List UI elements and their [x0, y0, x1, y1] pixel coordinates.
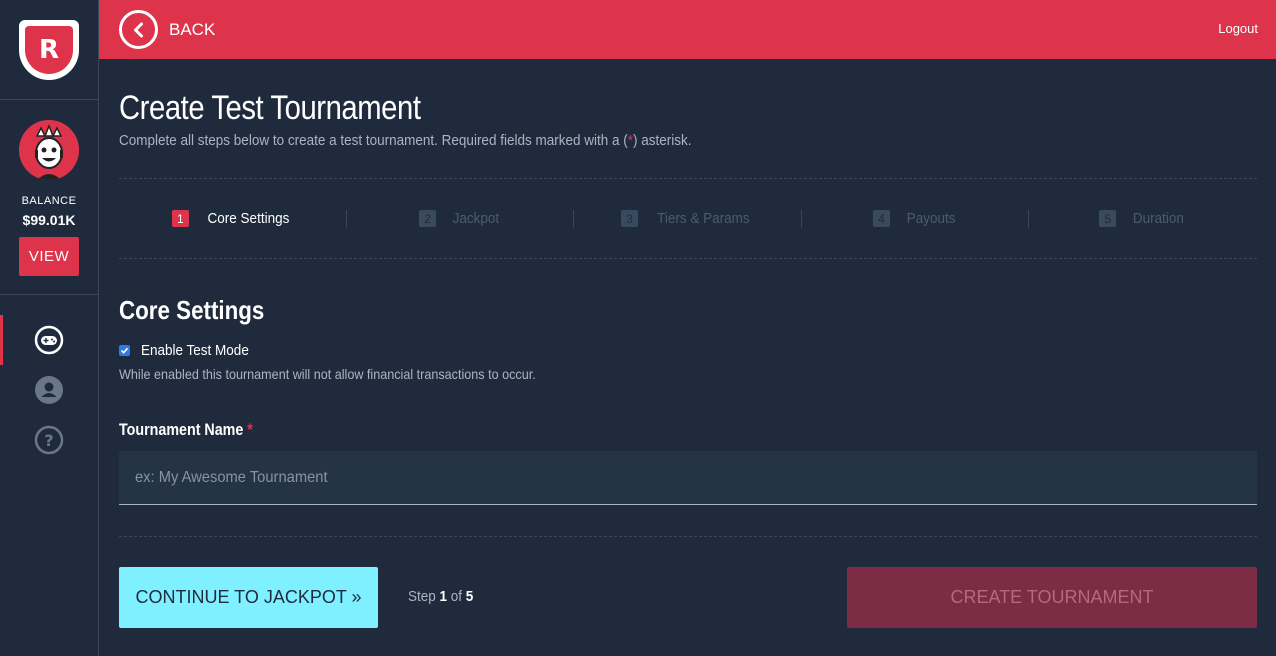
subtitle-text: Complete all steps below to create a tes… — [119, 132, 628, 149]
tournament-name-label: Tournament Name * — [119, 420, 1075, 440]
help-icon: ? — [34, 425, 64, 455]
step-label: Core Settings — [207, 210, 290, 227]
step-jackpot[interactable]: 2 Jackpot — [347, 209, 575, 228]
subtitle-text-end: ) asterisk. — [633, 132, 692, 149]
main-content: Create Test Tournament Complete all step… — [119, 59, 1257, 628]
step-counter: Step 1 of 5 — [408, 588, 473, 605]
test-mode-checkbox[interactable] — [119, 345, 130, 356]
step-label: Tiers & Params — [657, 210, 750, 227]
avatar[interactable] — [19, 120, 79, 180]
step-duration[interactable]: 5 Duration — [1029, 210, 1257, 227]
sidebar-item-profile[interactable] — [0, 365, 98, 415]
step-core-settings[interactable]: 1 Core Settings — [119, 209, 347, 228]
sidebar-item-help[interactable]: ? — [0, 415, 98, 465]
required-asterisk: * — [247, 420, 253, 439]
back-button[interactable] — [119, 10, 158, 49]
chevron-left-icon — [133, 22, 143, 37]
checkmark-icon — [120, 347, 129, 354]
step-label: Jackpot — [452, 210, 500, 227]
step-label: Payouts — [906, 210, 956, 227]
field-label-text: Tournament Name — [119, 420, 244, 439]
step-tiers-params[interactable]: 3 Tiers & Params — [574, 209, 802, 228]
step-number: 2 — [419, 210, 437, 227]
test-mode-row: Enable Test Mode — [119, 342, 1257, 359]
jester-avatar-icon — [19, 120, 79, 180]
step-number: 1 — [171, 210, 189, 227]
step-total: 5 — [465, 588, 474, 605]
step-number: 5 — [1099, 210, 1117, 227]
balance-value: $99.01K — [22, 212, 76, 228]
create-tournament-button[interactable]: CREATE TOURNAMENT — [847, 567, 1257, 628]
back-label[interactable]: BACK — [169, 20, 215, 40]
sidebar: R BALANCE $99.01K VIEW ? — [0, 0, 99, 656]
input-placeholder: ex: My Awesome Tournament — [135, 468, 328, 486]
step-number: 4 — [872, 210, 890, 227]
sidebar-item-games[interactable] — [0, 315, 98, 365]
logo-letter: R — [25, 25, 73, 74]
step-number: 3 — [621, 210, 639, 227]
page-subtitle: Complete all steps below to create a tes… — [119, 132, 1143, 149]
step-progress: 1 Core Settings 2 Jackpot 3 Tiers & Para… — [119, 178, 1257, 259]
step-current: 1 — [439, 588, 448, 605]
page-title: Create Test Tournament — [119, 89, 421, 127]
step-payouts[interactable]: 4 Payouts — [802, 209, 1030, 228]
app-logo[interactable]: R — [19, 19, 79, 80]
step-of: of — [450, 588, 463, 605]
step-label: Duration — [1133, 210, 1185, 227]
tournament-name-input[interactable]: ex: My Awesome Tournament — [119, 451, 1257, 505]
test-mode-help: While enabled this tournament will not a… — [119, 366, 536, 382]
gamepad-icon — [34, 325, 64, 355]
view-balance-button[interactable]: VIEW — [19, 237, 79, 276]
logo-area: R — [0, 0, 98, 100]
balance-label: BALANCE — [21, 195, 77, 207]
profile-panel: BALANCE $99.01K VIEW — [0, 100, 98, 295]
logout-link[interactable]: Logout — [1218, 21, 1258, 36]
form-footer: CONTINUE TO JACKPOT » Step 1 of 5 CREATE… — [119, 536, 1257, 628]
continue-button[interactable]: CONTINUE TO JACKPOT » — [119, 567, 378, 628]
section-title: Core Settings — [119, 295, 265, 325]
top-bar: BACK Logout — [99, 0, 1276, 59]
user-icon — [35, 376, 63, 404]
svg-text:?: ? — [44, 431, 53, 450]
sidebar-nav: ? — [0, 295, 98, 465]
test-mode-label[interactable]: Enable Test Mode — [141, 342, 249, 359]
step-prefix: Step — [408, 588, 436, 605]
